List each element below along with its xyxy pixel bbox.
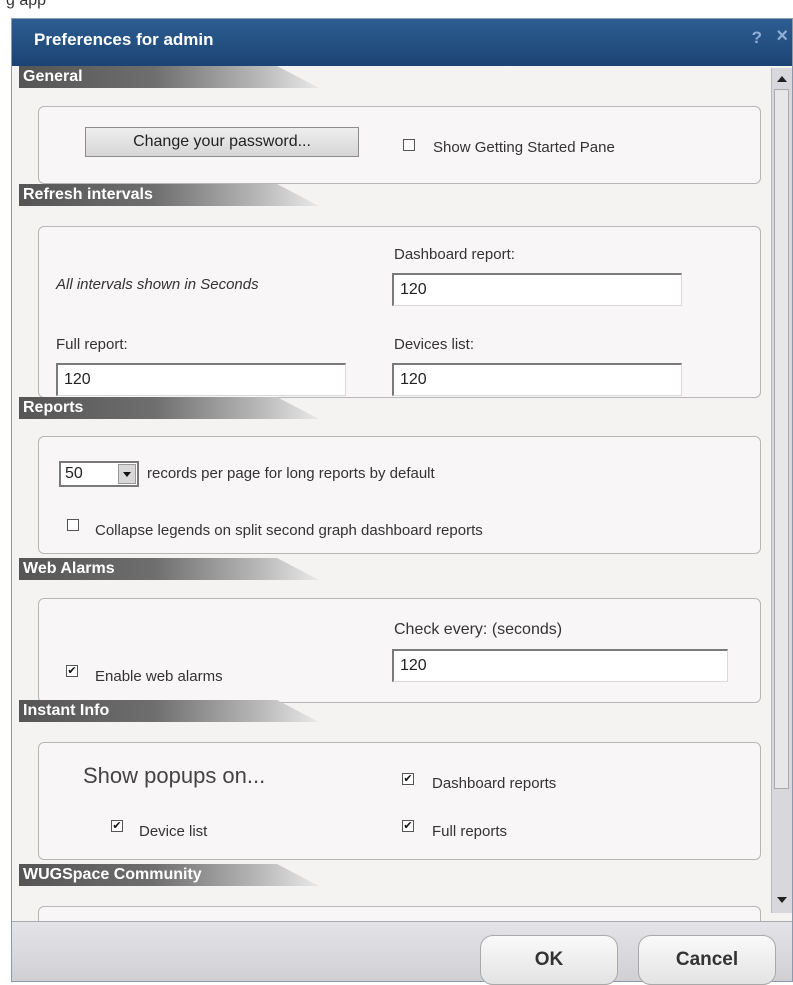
section-title-instant-info: Instant Info xyxy=(23,702,110,719)
show-getting-started-checkbox[interactable] xyxy=(403,139,415,151)
panel-general: Change your password... Show Getting Sta… xyxy=(38,106,761,184)
devices-list-label: Devices list: xyxy=(394,336,475,353)
collapse-legends-checkbox[interactable] xyxy=(67,519,79,531)
section-title-reports: Reports xyxy=(23,399,84,416)
cancel-button[interactable]: Cancel xyxy=(638,935,776,985)
full-reports-label: Full reports xyxy=(432,823,508,840)
section-title-refresh-intervals: Refresh intervals xyxy=(23,186,153,203)
preferences-content: General Change your password... Show Get… xyxy=(12,66,772,921)
change-password-button[interactable]: Change your password... xyxy=(85,127,359,157)
panel-instant-info: Show popups on... ✔ Dashboard reports ✔ … xyxy=(38,742,761,860)
panel-wugspace xyxy=(38,906,761,921)
ok-button[interactable]: OK xyxy=(480,935,618,985)
chevron-down-icon[interactable] xyxy=(118,464,136,484)
section-header-reports: Reports xyxy=(19,397,319,419)
records-per-page-label: records per page for long reports by def… xyxy=(147,465,435,482)
vertical-scrollbar[interactable] xyxy=(771,68,792,913)
section-header-refresh-intervals: Refresh intervals xyxy=(19,184,319,206)
dialog-title: Preferences for admin xyxy=(34,30,214,49)
full-report-label: Full report: xyxy=(56,336,128,353)
background-app-strip: g app xyxy=(0,0,793,18)
scrollbar-thumb[interactable] xyxy=(774,89,789,789)
dialog-titlebar: Preferences for admin ? × xyxy=(12,19,792,66)
show-popups-label: Show popups on... xyxy=(83,763,266,788)
records-per-page-value: 50 xyxy=(65,465,83,482)
records-per-page-select[interactable]: 50 xyxy=(59,461,139,487)
full-report-input[interactable]: 120 xyxy=(56,363,346,396)
section-header-general: General xyxy=(19,66,319,88)
device-list-label: Device list xyxy=(139,823,208,840)
section-title-web-alarms: Web Alarms xyxy=(23,560,115,577)
enable-web-alarms-checkbox[interactable]: ✔ xyxy=(66,665,78,677)
check-every-input[interactable]: 120 xyxy=(392,649,728,682)
enable-web-alarms-label: Enable web alarms xyxy=(95,668,223,685)
help-icon[interactable]: ? xyxy=(752,28,762,48)
show-getting-started-label: Show Getting Started Pane xyxy=(433,139,615,156)
section-header-instant-info: Instant Info xyxy=(19,700,319,722)
dashboard-reports-label: Dashboard reports xyxy=(432,775,557,792)
section-title-general: General xyxy=(23,68,83,85)
scroll-up-icon[interactable] xyxy=(777,76,787,82)
panel-reports: 50 records per page for long reports by … xyxy=(38,436,761,554)
section-header-web-alarms: Web Alarms xyxy=(19,558,319,580)
scroll-down-icon[interactable] xyxy=(777,897,787,903)
dashboard-report-input[interactable]: 120 xyxy=(392,273,682,306)
dashboard-reports-checkbox[interactable]: ✔ xyxy=(402,773,414,785)
check-every-label: Check every: (seconds) xyxy=(394,621,563,638)
section-title-wugspace: WUGSpace Community xyxy=(23,866,202,883)
devices-list-input[interactable]: 120 xyxy=(392,363,682,396)
full-reports-checkbox[interactable]: ✔ xyxy=(402,820,414,832)
collapse-legends-label: Collapse legends on split second graph d… xyxy=(95,522,483,539)
background-app-title: g app xyxy=(6,0,47,9)
device-list-checkbox[interactable]: ✔ xyxy=(111,820,123,832)
preferences-dialog: Preferences for admin ? × General Change… xyxy=(11,18,793,985)
close-icon[interactable]: × xyxy=(776,25,788,48)
dialog-footer: OK Cancel xyxy=(12,921,792,985)
panel-web-alarms: Check every: (seconds) 120 ✔ Enable web … xyxy=(38,598,761,703)
dashboard-report-label: Dashboard report: xyxy=(394,246,515,263)
section-header-wugspace: WUGSpace Community xyxy=(19,864,319,886)
intervals-note: All intervals shown in Seconds xyxy=(56,276,259,293)
panel-refresh-intervals: All intervals shown in Seconds Dashboard… xyxy=(38,226,761,398)
